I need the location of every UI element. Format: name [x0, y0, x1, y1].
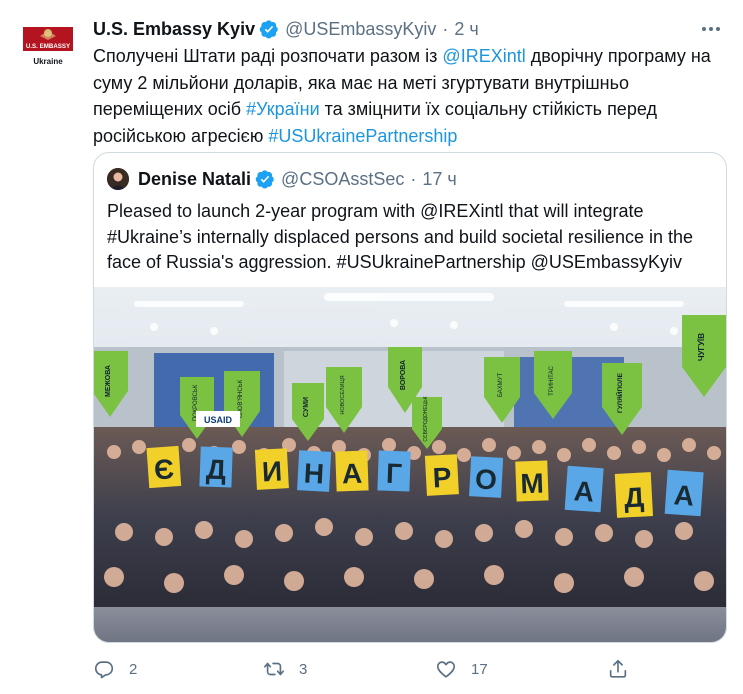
action-bar: 2 3 17 — [93, 654, 653, 684]
mention-link[interactable]: @IREXintl — [442, 46, 525, 66]
like-button[interactable]: 17 — [435, 658, 607, 680]
quoted-tweet[interactable]: Denise Natali @CSOAsstSec · 17 ч Pleased… — [93, 152, 727, 643]
pin-label: МЕЖОВА — [105, 365, 112, 397]
banner-letter: М — [520, 468, 544, 500]
author-avatar[interactable]: U.S. EMBASSY Ukraine — [16, 14, 80, 78]
tweet-time[interactable]: 2 ч — [454, 19, 478, 40]
pin-label: ВОРОВА — [400, 360, 407, 390]
reply-button[interactable]: 2 — [93, 658, 263, 680]
usaid-logo-text: USAID — [204, 415, 233, 425]
banner-letter: Є — [153, 453, 175, 485]
retweet-button[interactable]: 3 — [263, 658, 435, 680]
banner-letter: Д — [205, 454, 226, 486]
banner-letter: Н — [303, 457, 325, 489]
retweet-count: 3 — [299, 660, 308, 678]
share-button[interactable] — [607, 658, 629, 680]
pin-label: ТРИНІТАС — [549, 366, 555, 396]
quoted-author-handle[interactable]: @CSOAsstSec — [281, 169, 404, 190]
like-count: 17 — [471, 660, 488, 678]
separator: · — [410, 168, 417, 189]
pin-label: БАХМУТ — [498, 373, 504, 398]
reply-count: 2 — [129, 660, 138, 678]
quoted-author-avatar[interactable] — [107, 168, 129, 190]
hashtag-link[interactable]: #USUkrainePartnership — [268, 126, 457, 146]
separator: · — [442, 18, 449, 39]
banner-letter: А — [673, 479, 695, 511]
group-photo[interactable]: МЕЖОВА ПОКРОВСЬК СЛОВ'ЯНСЬК СУМИ НОВОСЕЛ… — [94, 287, 726, 643]
more-options-icon[interactable] — [699, 17, 723, 41]
author-name[interactable]: U.S. Embassy Kyiv — [93, 19, 255, 40]
verified-badge-icon — [259, 20, 278, 39]
pin-label: ГУЛЯЙПОЛЕ — [615, 372, 624, 413]
hashtag-link[interactable]: #України — [246, 99, 320, 119]
banner-letter: Г — [386, 458, 403, 490]
retweet-icon — [264, 662, 284, 676]
quoted-header: Denise Natali @CSOAsstSec · 17 ч — [138, 167, 457, 191]
quoted-author-name[interactable]: Denise Natali — [138, 169, 251, 190]
banner-letter: А — [341, 458, 362, 490]
tweet-text-part1: Сполучені Штати раді розпочати разом із — [93, 46, 443, 66]
pin-label: СЄВЄРОДОНЕЦЬК — [423, 396, 429, 441]
tweet-header: U.S. Embassy Kyiv @USEmbassyKyiv · 2 ч — [93, 17, 731, 41]
banner-letter: И — [261, 455, 283, 487]
banner-letter: О — [474, 463, 497, 495]
reply-icon — [94, 661, 114, 679]
pin-label: НОВОСЕЛИЦЯ — [340, 375, 346, 414]
heart-icon — [436, 661, 456, 678]
author-handle[interactable]: @USEmbassyKyiv — [285, 19, 436, 40]
pin-label: СУМИ — [303, 397, 310, 417]
quoted-text: Pleased to launch 2-year program with @I… — [107, 201, 694, 272]
banner-letter: А — [573, 475, 595, 507]
banner-letter: Р — [432, 462, 452, 494]
avatar-bottom-text: Ukraine — [33, 57, 63, 66]
quoted-time[interactable]: 17 ч — [422, 169, 456, 190]
avatar-top-text: U.S. EMBASSY — [26, 43, 71, 50]
tweet: U.S. EMBASSY Ukraine U.S. Embassy Kyiv @… — [0, 0, 743, 694]
tweet-text: Сполучені Штати раді розпочати разом із … — [93, 43, 723, 149]
banner-letter: Д — [623, 481, 645, 513]
verified-badge-icon — [255, 170, 274, 189]
share-icon — [609, 659, 627, 678]
pin-label: ЧУГУЇВ — [697, 333, 706, 361]
